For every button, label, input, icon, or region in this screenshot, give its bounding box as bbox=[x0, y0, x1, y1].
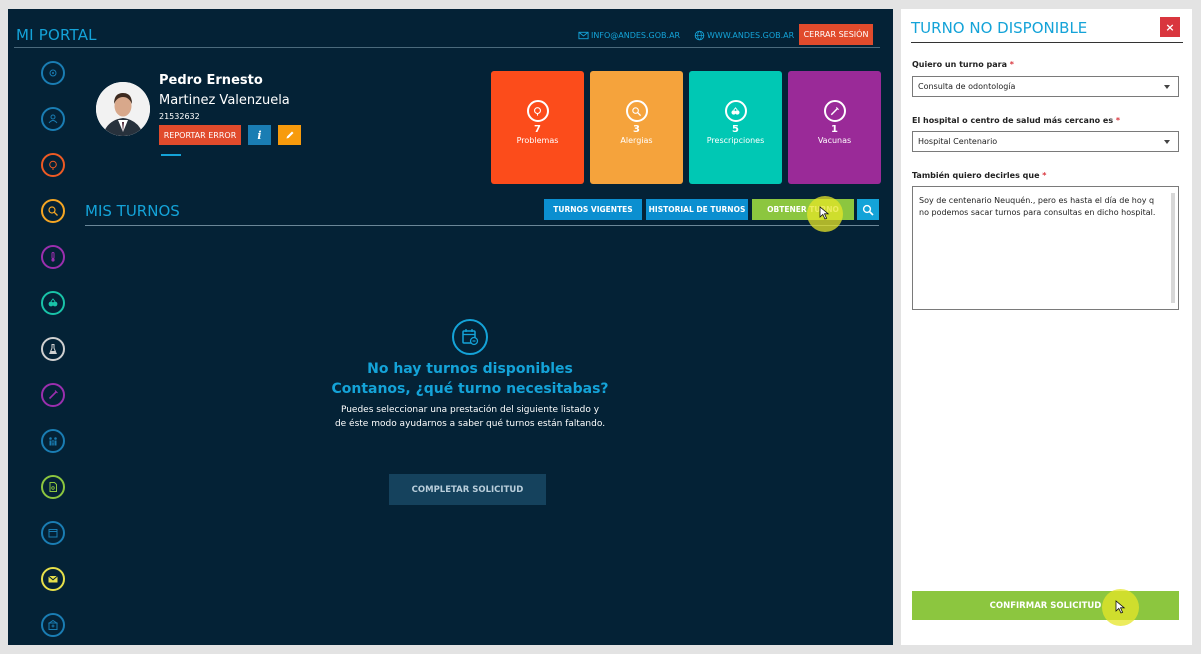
pills-icon bbox=[724, 100, 747, 122]
field-label-comments: También quiero decirles que * bbox=[912, 171, 1046, 180]
sidebar-item-temperature[interactable] bbox=[41, 245, 65, 269]
problems-icon bbox=[49, 160, 57, 170]
label-text: El hospital o centro de salud más cercan… bbox=[912, 116, 1114, 125]
textarea-value: Soy de centenario Neuquén., pero es hast… bbox=[919, 196, 1156, 217]
magnifier-icon bbox=[625, 100, 648, 122]
scrollbar[interactable] bbox=[1171, 193, 1175, 303]
website-text: WWW.ANDES.GOB.AR bbox=[707, 31, 795, 40]
user-first-name: Pedro Ernesto bbox=[159, 73, 263, 88]
label-text: También quiero decirles que bbox=[912, 171, 1040, 180]
mail-icon bbox=[578, 31, 589, 40]
globe-icon bbox=[694, 30, 705, 41]
sidebar-item-problems[interactable] bbox=[41, 153, 65, 177]
info-button[interactable]: i bbox=[248, 125, 271, 145]
portal-main: MI PORTAL INFO@ANDES.GOB.AR WWW.ANDES.GO… bbox=[8, 9, 893, 645]
empty-subtitle: Contanos, ¿qué turno necesitabas? bbox=[331, 381, 609, 397]
hospital-select[interactable]: Hospital Centenario bbox=[912, 131, 1179, 152]
summary-icon bbox=[49, 69, 57, 77]
panel-title: TURNO NO DISPONIBLE bbox=[911, 19, 1088, 37]
user-last-name: Martinez Valenzuela bbox=[159, 93, 290, 108]
tile-label: Prescripciones bbox=[706, 136, 765, 145]
sidebar-item-family[interactable] bbox=[41, 429, 65, 453]
tile-count: 5 bbox=[732, 124, 739, 135]
section-title: MIS TURNOS bbox=[85, 202, 180, 220]
sidebar-item-prescriptions[interactable] bbox=[41, 291, 65, 315]
empty-title: No hay turnos disponibles bbox=[367, 361, 573, 377]
unavailable-appointment-panel: TURNO NO DISPONIBLE × Quiero un turno pa… bbox=[901, 9, 1192, 645]
cursor-icon bbox=[1115, 600, 1126, 614]
document-icon bbox=[49, 482, 57, 492]
patient-icon bbox=[48, 114, 58, 124]
appointment-type-select[interactable]: Consulta de odontología bbox=[912, 76, 1179, 97]
sidebar-item-calendar[interactable] bbox=[41, 521, 65, 545]
required-mark: * bbox=[1115, 116, 1121, 125]
tile-allergies[interactable]: 3 Alergias bbox=[590, 71, 683, 184]
tile-count: 7 bbox=[534, 124, 541, 135]
field-label-hospital: El hospital o centro de salud más cercan… bbox=[912, 116, 1120, 125]
required-mark: * bbox=[1009, 60, 1014, 69]
search-button[interactable] bbox=[857, 199, 879, 220]
tile-label: Alergias bbox=[620, 136, 653, 145]
chevron-down-icon bbox=[1164, 85, 1170, 89]
sidebar-item-allergies[interactable] bbox=[41, 199, 65, 223]
sidebar-item-lab[interactable] bbox=[41, 337, 65, 361]
sidebar-item-hospitals[interactable] bbox=[41, 613, 65, 637]
edit-button[interactable] bbox=[278, 125, 301, 145]
portal-title: MI PORTAL bbox=[16, 26, 97, 44]
tile-vaccines[interactable]: 1 Vacunas bbox=[788, 71, 881, 184]
field-label-appointment-type: Quiero un turno para * bbox=[912, 60, 1014, 69]
tile-label: Problemas bbox=[516, 136, 559, 145]
cursor-icon bbox=[819, 206, 830, 220]
allergies-icon bbox=[48, 206, 58, 216]
hospital-icon bbox=[48, 619, 58, 630]
family-icon bbox=[49, 437, 57, 446]
user-document-number: 21532632 bbox=[159, 112, 200, 121]
syringe-icon bbox=[823, 100, 846, 122]
search-icon bbox=[862, 204, 874, 216]
sidebar-item-summary[interactable] bbox=[41, 61, 65, 85]
brain-icon bbox=[526, 100, 549, 122]
tab-appointment-history[interactable]: HISTORIAL DE TURNOS bbox=[646, 199, 748, 220]
user-underline bbox=[161, 154, 181, 156]
website-link[interactable]: WWW.ANDES.GOB.AR bbox=[694, 30, 794, 41]
tile-problems[interactable]: 7 Problemas bbox=[491, 71, 584, 184]
sidebar-item-patient[interactable] bbox=[41, 107, 65, 131]
thermometer-icon bbox=[51, 252, 55, 262]
tile-count: 3 bbox=[633, 124, 640, 135]
avatar bbox=[96, 82, 150, 136]
select-value: Consulta de odontología bbox=[918, 82, 1016, 91]
tile-label: Vacunas bbox=[817, 136, 852, 145]
section-divider bbox=[85, 225, 879, 226]
tile-count: 1 bbox=[831, 124, 838, 135]
label-text: Quiero un turno para bbox=[912, 60, 1007, 69]
lab-icon bbox=[49, 344, 57, 354]
complete-request-button[interactable]: COMPLETAR SOLICITUD bbox=[389, 474, 546, 505]
select-value: Hospital Centenario bbox=[918, 137, 998, 146]
calendar-icon bbox=[48, 529, 58, 538]
empty-description: Puedes seleccionar una prestación del si… bbox=[340, 405, 600, 415]
empty-description: de éste modo ayudarnos a saber qué turno… bbox=[334, 419, 606, 429]
panel-divider bbox=[911, 42, 1183, 43]
sidebar-item-vaccines[interactable] bbox=[41, 383, 65, 407]
email-link[interactable]: INFO@ANDES.GOB.AR bbox=[578, 30, 680, 41]
sidebar-item-documents[interactable] bbox=[41, 475, 65, 499]
pencil-icon bbox=[286, 131, 293, 139]
tile-prescriptions[interactable]: 5 Prescripciones bbox=[689, 71, 782, 184]
comments-textarea[interactable]: Soy de centenario Neuquén., pero es hast… bbox=[912, 186, 1179, 310]
chevron-down-icon bbox=[1164, 140, 1170, 144]
close-button[interactable]: × bbox=[1160, 17, 1180, 37]
tab-current-appointments[interactable]: TURNOS VIGENTES bbox=[544, 199, 642, 220]
prescriptions-icon bbox=[48, 298, 58, 307]
mail-icon bbox=[48, 575, 58, 583]
vaccine-icon bbox=[48, 390, 58, 400]
sidebar-item-messages[interactable] bbox=[41, 567, 65, 591]
email-text: INFO@ANDES.GOB.AR bbox=[591, 31, 681, 40]
header-divider bbox=[14, 47, 880, 48]
user-photo bbox=[96, 82, 150, 136]
calendar-clock-icon bbox=[452, 319, 488, 355]
logout-button[interactable]: CERRAR SESIÓN bbox=[799, 24, 873, 45]
report-error-button[interactable]: REPORTAR ERROR bbox=[159, 125, 241, 145]
required-mark: * bbox=[1042, 171, 1047, 180]
